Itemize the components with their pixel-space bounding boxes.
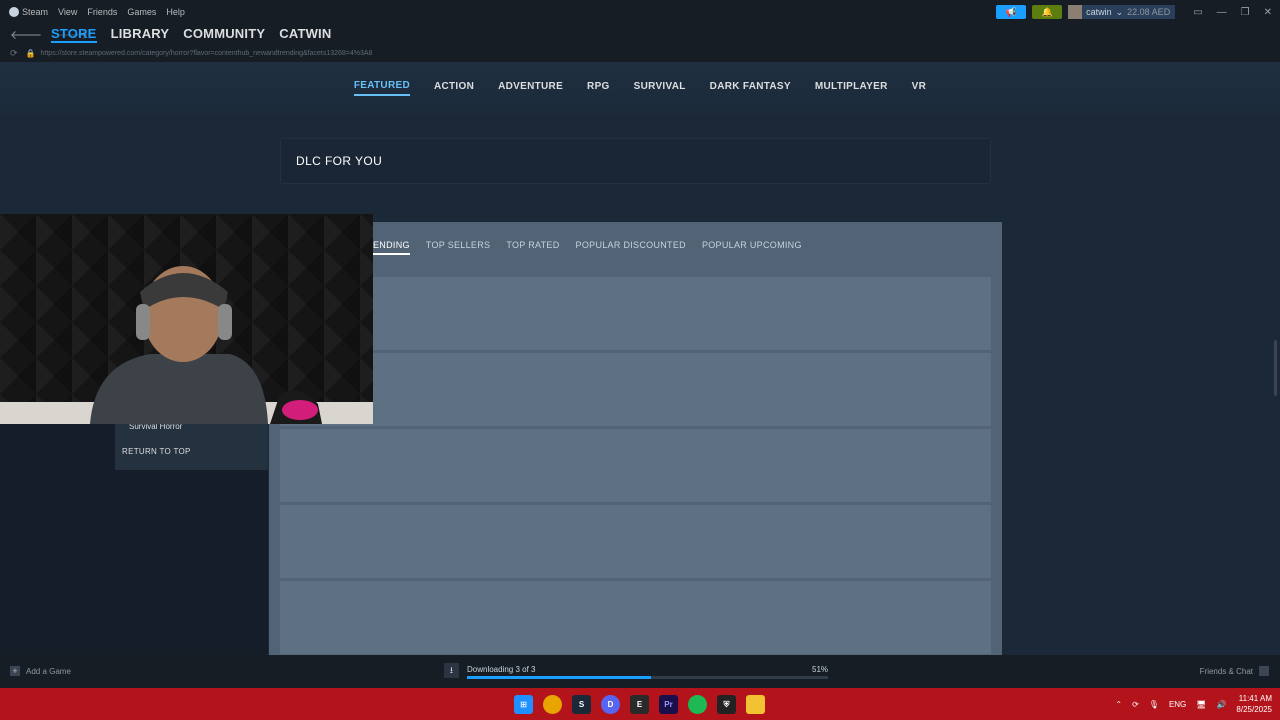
tab-trending[interactable]: ENDING [373, 240, 410, 255]
chevron-up-icon[interactable]: ⌃ [1115, 700, 1122, 709]
dlc-for-you-section[interactable]: DLC FOR YOU [280, 138, 991, 184]
webcam-image [0, 214, 373, 424]
epic-games-icon[interactable]: E [630, 695, 649, 714]
tab-top-sellers[interactable]: TOP SELLERS [426, 240, 491, 255]
minimize-button[interactable]: — [1217, 7, 1227, 18]
friends-chat-label: Friends & Chat [1199, 666, 1253, 676]
download-percent: 51% [812, 665, 829, 674]
main-nav: 🡐 🡒 STORE LIBRARY COMMUNITY CATWIN [0, 24, 1280, 44]
clock-date: 8/25/2025 [1236, 705, 1272, 714]
scrollbar[interactable] [1274, 340, 1277, 396]
sync-icon[interactable]: ⟳ [1132, 700, 1139, 709]
game-row-placeholder[interactable] [280, 581, 991, 654]
microphone-icon[interactable]: 🎙 [1149, 700, 1159, 709]
game-row-placeholder[interactable] [280, 429, 991, 502]
account-menu[interactable]: catwin ⌄ 22.08 AED [1068, 5, 1176, 19]
genre-dark-fantasy[interactable]: DARK FANTASY [710, 81, 791, 95]
steam-bottom-bar: + Add a Game ⭳ Downloading 3 of 3 51% Fr… [0, 655, 1280, 688]
game-row-placeholder[interactable] [280, 353, 991, 426]
tab-community[interactable]: COMMUNITY [183, 26, 265, 43]
download-progress-fill [467, 676, 652, 679]
wallet-balance: 22.08 AED [1127, 7, 1171, 17]
url-text[interactable]: https://store.steampowered.com/category/… [41, 50, 373, 57]
webcam-overlay [0, 214, 373, 424]
genre-vr[interactable]: VR [912, 81, 927, 95]
chevron-down-icon: ⌄ [1115, 6, 1124, 17]
friends-chat-button[interactable]: Friends & Chat [1200, 666, 1269, 676]
genre-adventure[interactable]: ADVENTURE [498, 81, 563, 95]
lock-icon: 🔒 [25, 48, 36, 58]
discord-icon[interactable]: D [601, 695, 620, 714]
clock[interactable]: 11:41 AM 8/25/2025 [1236, 693, 1272, 715]
genre-nav: FEATURED ACTION ADVENTURE RPG SURVIVAL D… [0, 62, 1280, 114]
plus-icon: + [10, 666, 20, 676]
return-to-top-button[interactable]: RETURN TO TOP [122, 447, 191, 456]
clock-time: 11:41 AM [1238, 694, 1272, 703]
tab-store[interactable]: STORE [51, 26, 97, 43]
add-game-label: Add a Game [26, 666, 71, 676]
tab-popular-discounted[interactable]: POPULAR DISCOUNTED [576, 240, 686, 255]
menu-games[interactable]: Games [127, 7, 156, 17]
language-indicator[interactable]: ENG [1169, 700, 1186, 709]
file-explorer-icon[interactable] [746, 695, 765, 714]
tab-popular-upcoming[interactable]: POPULAR UPCOMING [702, 240, 802, 255]
tab-library[interactable]: LIBRARY [111, 26, 170, 43]
chat-icon [1259, 666, 1269, 676]
shield-icon[interactable]: ⛨ [717, 695, 736, 714]
volume-icon[interactable]: 🔊 [1216, 700, 1226, 709]
big-picture-icon[interactable]: ▭ [1193, 7, 1202, 18]
avatar [1068, 5, 1083, 19]
download-icon[interactable]: ⭳ [444, 663, 459, 678]
menu-steam[interactable]: Steam [9, 7, 48, 18]
menu-bar: Steam View Friends Games Help [0, 7, 185, 18]
system-tray: ⌃ ⟳ 🎙 ENG 🖥 🔊 11:41 AM 8/25/2025 [1115, 688, 1272, 720]
bell-icon: 🔔 [1041, 6, 1053, 17]
steam-logo-icon [9, 7, 19, 18]
start-icon[interactable]: ⊞ [514, 695, 533, 714]
spotify-icon[interactable] [688, 695, 707, 714]
genre-multiplayer[interactable]: MULTIPLAYER [815, 81, 888, 95]
reload-icon[interactable]: ⟳ [10, 48, 18, 59]
download-status[interactable]: Downloading 3 of 3 [467, 665, 536, 674]
close-button[interactable]: ✕ [1264, 7, 1272, 18]
megaphone-icon: 📢 [1005, 6, 1017, 17]
tab-profile[interactable]: CATWIN [279, 26, 331, 43]
add-game-button[interactable]: + Add a Game [10, 666, 71, 676]
menu-view[interactable]: View [58, 7, 77, 17]
game-row-placeholder[interactable] [280, 505, 991, 578]
network-icon[interactable]: 🖥 [1196, 700, 1206, 709]
genre-featured[interactable]: FEATURED [353, 80, 410, 96]
announcements-button[interactable]: 📢 [996, 5, 1027, 19]
chrome-icon[interactable] [543, 695, 562, 714]
browse-tabs: ENDING TOP SELLERS TOP RATED POPULAR DIS… [373, 240, 802, 255]
username: catwin [1086, 7, 1112, 17]
steam-taskbar-icon[interactable]: S [572, 695, 591, 714]
download-progress-bar [467, 676, 828, 679]
menu-friends[interactable]: Friends [87, 7, 117, 17]
steam-title-bar: Steam View Friends Games Help 📢 🔔 catwin… [0, 0, 1280, 24]
menu-help[interactable]: Help [166, 7, 185, 17]
genre-rpg[interactable]: RPG [587, 81, 610, 95]
back-arrow-icon[interactable]: 🡐 [10, 27, 42, 42]
tab-top-rated[interactable]: TOP RATED [506, 240, 559, 255]
game-row-placeholder[interactable] [280, 277, 991, 350]
windows-taskbar: ⊞ S D E Pr ⛨ ⌃ ⟳ 🎙 ENG 🖥 🔊 11:41 AM 8/25… [0, 688, 1280, 720]
maximize-button[interactable]: ❐ [1241, 7, 1250, 18]
premiere-pro-icon[interactable]: Pr [659, 695, 678, 714]
genre-survival[interactable]: SURVIVAL [634, 81, 686, 95]
notifications-button[interactable]: 🔔 [1032, 5, 1063, 19]
browse-panel: ENDING TOP SELLERS TOP RATED POPULAR DIS… [269, 222, 1002, 655]
url-bar: ⟳ 🔒 https://store.steampowered.com/categ… [0, 44, 1280, 62]
side-navigation: Survival Horror RETURN TO TOP [115, 418, 268, 470]
dlc-title: DLC FOR YOU [296, 154, 383, 168]
menu-steam-label: Steam [22, 6, 49, 17]
genre-action[interactable]: ACTION [434, 81, 474, 95]
